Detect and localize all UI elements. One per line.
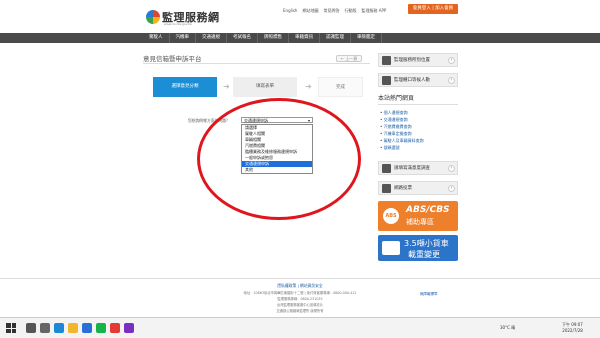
step-fill-form: 填寫表單 (233, 77, 297, 97)
nav-item-exam[interactable]: 考試報名 (227, 33, 258, 43)
abs-banner-subtitle: 補助專區 (406, 218, 434, 226)
explorer-icon[interactable] (68, 323, 78, 333)
chrome-icon[interactable] (110, 323, 120, 333)
queue-status-button[interactable]: 監理櫃口等候人數 › (378, 73, 458, 87)
survey-button[interactable]: 請填寫滿意度調查 › (378, 161, 458, 175)
building-icon (382, 55, 391, 65)
hot-link[interactable]: 汽機車定檢查詢 (380, 130, 458, 137)
nav-item-driver[interactable]: 駕駛人 (143, 33, 170, 43)
nav-item-violation[interactable]: 交通違規 (196, 33, 227, 43)
truck-banner-title: 3.5噸小貨車 (404, 239, 449, 248)
progress-steps: 選擇意見分類 ➜ 填寫表單 ➜ 完成 (153, 77, 363, 97)
chevron-right-icon: › (448, 165, 455, 172)
logo-subtitle: www.mvdis.gov.tw (164, 22, 192, 26)
clock-date: 2022/7/28 (562, 328, 583, 333)
logo-icon (146, 10, 160, 24)
chevron-right-icon: › (448, 185, 455, 192)
main-content: 意見信箱暨申訴平台 ← 上一頁 選擇意見分類 ➜ 填寫表單 ➜ 完成 您想詢問哪… (143, 53, 370, 174)
windows-taskbar: 30°C 晴 下午 09:07 2022/7/28 (0, 317, 600, 338)
queue-status-label: 監理櫃口等候人數 (394, 78, 430, 83)
site-footer: 隱私權政策 | 網站資訊安全 地址：10863臺北市萬華區東園街十二號 | 免付… (0, 278, 600, 317)
vote-icon (382, 183, 391, 193)
arrow-right-icon: ➜ (223, 82, 230, 91)
system-clock[interactable]: 下午 09:07 2022/7/28 (562, 322, 583, 334)
accessibility-badge[interactable]: 無障礙標章 (420, 292, 438, 297)
arrow-right-icon: ➜ (305, 82, 312, 91)
site-header: 監理服務網 www.mvdis.gov.tw English 網站地圖 常見問答… (0, 0, 600, 33)
top-links: English 網站地圖 常見問答 行動版 監理服務 APP (283, 8, 386, 14)
red-highlight-circle (197, 98, 361, 220)
nav-item-registration[interactable]: 車籍資訊 (289, 33, 320, 43)
abs-banner-title: ABS/CBS (406, 205, 450, 215)
weather-indicator[interactable]: 30°C 晴 (500, 325, 515, 331)
task-view-icon[interactable] (40, 323, 50, 333)
site-logo[interactable]: 監理服務網 www.mvdis.gov.tw (146, 6, 222, 28)
nav-item-about[interactable]: 認識監理 (320, 33, 351, 43)
footer-copyright: 交通部公路總局監理所 版權所有 (276, 309, 324, 313)
survey-icon (382, 163, 391, 173)
nav-item-inspection[interactable]: 車險鑑定 (351, 33, 382, 43)
truck-banner-subtitle: 載重變更 (408, 250, 440, 259)
title-divider (143, 63, 370, 64)
office-location-label: 監理服務所別位置 (394, 58, 430, 63)
line-icon[interactable] (96, 323, 106, 333)
hot-link[interactable]: 號碼選號 (380, 144, 458, 151)
truck-icon (382, 241, 400, 255)
store-icon[interactable] (82, 323, 92, 333)
footer-hotline: 監理服務專線：0800-231035 (277, 297, 323, 301)
footer-video: 台灣監理服務客服中心宣導影片 (276, 303, 324, 307)
windows-start-icon[interactable] (6, 323, 16, 333)
right-sidebar: 監理服務所別位置 › 監理櫃口等候人數 › 本站熱門網頁 個人違規查詢 交通違規… (378, 53, 458, 261)
chevron-right-icon: › (448, 57, 455, 64)
abs-icon: ABS (383, 208, 399, 224)
queue-icon (382, 75, 391, 85)
edge-icon[interactable] (54, 323, 64, 333)
nav-item-plate[interactable]: 牌照標售 (258, 33, 289, 43)
hot-pages-title: 本站熱門網頁 (378, 93, 458, 105)
online-vote-button[interactable]: 網路投票 › (378, 181, 458, 195)
chevron-right-icon: › (448, 77, 455, 84)
hot-pages-list: 個人違規查詢 交通違規查詢 汽燃費繳費查詢 汽機車定檢查詢 駕駛人及車輛資料查詢… (378, 105, 458, 151)
step-complete: 完成 (318, 77, 363, 97)
top-link-app[interactable]: 監理服務 APP (361, 8, 386, 14)
online-vote-label: 網路投票 (394, 186, 412, 191)
top-link-english[interactable]: English (283, 8, 297, 14)
search-icon[interactable] (26, 323, 36, 333)
nav-item-vehicle[interactable]: 汽機車 (170, 33, 196, 43)
member-login-button[interactable]: 會員登入 | 加入會員 (408, 4, 458, 14)
office-location-button[interactable]: 監理服務所別位置 › (378, 53, 458, 67)
survey-label: 請填寫滿意度調查 (394, 166, 430, 171)
abs-subsidy-banner[interactable]: ABS ABS/CBS 補助專區 (378, 201, 458, 231)
browser-page: 監理服務網 www.mvdis.gov.tw English 網站地圖 常見問答… (0, 0, 600, 338)
step-choose-category: 選擇意見分類 (153, 77, 217, 97)
top-link-mobile[interactable]: 行動版 (344, 8, 356, 14)
footer-links[interactable]: 隱私權政策 | 網站資訊安全 (0, 283, 600, 289)
truck-load-banner[interactable]: 3.5噸小貨車 載重變更 (378, 235, 458, 261)
app-icon[interactable] (124, 323, 134, 333)
main-nav: 駕駛人 汽機車 交通違規 考試報名 牌照標售 車籍資訊 認識監理 車險鑑定 (0, 33, 600, 43)
footer-address: 地址：10863臺北市萬華區東園街十二號 | 免付費客服專線：0800-000-… (243, 291, 357, 295)
top-link-sitemap[interactable]: 網站地圖 (302, 8, 318, 14)
hot-link[interactable]: 駕駛人及車輛資料查詢 (380, 137, 458, 144)
back-button[interactable]: ← 上一頁 (336, 55, 362, 62)
hot-link[interactable]: 個人違規查詢 (380, 109, 458, 116)
top-link-faq[interactable]: 常見問答 (323, 8, 339, 14)
hot-link[interactable]: 汽燃費繳費查詢 (380, 123, 458, 130)
hot-link[interactable]: 交通違規查詢 (380, 116, 458, 123)
